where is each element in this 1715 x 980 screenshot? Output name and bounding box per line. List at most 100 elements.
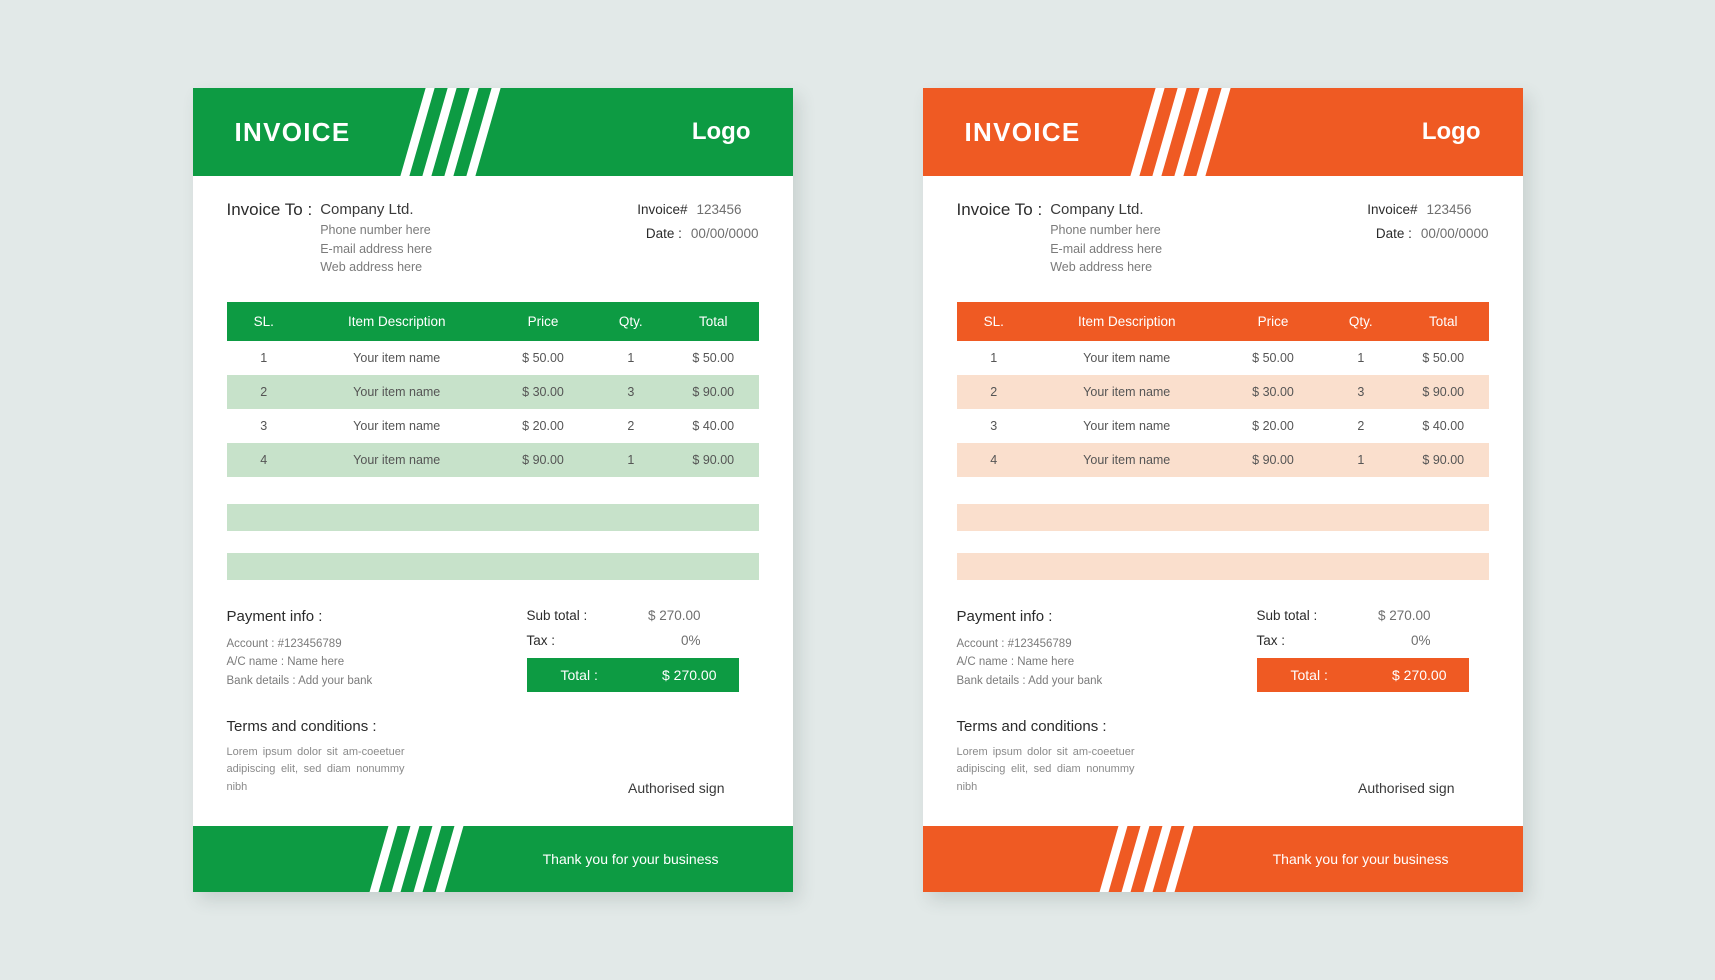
subtotal-value: $ 270.00 [1377, 607, 1431, 623]
line-items-table: SL. Item Description Price Qty. Total 1 … [956, 301, 1489, 477]
cell-sl: 2 [990, 384, 998, 399]
bill-to-details: Company Ltd. Phone number here E-mail ad… [1050, 199, 1162, 277]
subtotal-row: Sub total : $ 270.00 [1257, 608, 1489, 623]
bill-to-section: Invoice To : Company Ltd. Phone number h… [957, 176, 1489, 277]
cell-qty: 1 [627, 452, 635, 467]
bill-to-label: Invoice To : [956, 200, 1043, 219]
invoice-number-row: Invoice# 123456 [637, 202, 758, 217]
cell-total: $ 90.00 [692, 384, 735, 399]
payment-and-totals-section: Payment info : Account : #123456789 A/C … [227, 608, 759, 692]
logo-placeholder: Logo [691, 118, 751, 145]
cell-qty: 2 [1357, 418, 1365, 433]
terms-block: Terms and conditions : Lorem ipsum dolor… [227, 718, 405, 797]
bill-to-label: Invoice To : [226, 200, 313, 219]
payment-ac-name: A/C name : Name here [226, 656, 345, 669]
table-row: 2 Your item name $ 30.00 3 $ 90.00 [956, 374, 1489, 409]
cell-total: $ 40.00 [692, 418, 735, 433]
table-row: 2 Your item name $ 30.00 3 $ 90.00 [226, 374, 759, 409]
grand-total-bar: Total : $ 270.00 [526, 657, 739, 692]
payment-info-title: Payment info : [226, 607, 323, 625]
cell-description: Your item name [353, 418, 441, 433]
column-header-price: Price [1257, 313, 1289, 329]
empty-row-band-2 [956, 552, 1489, 580]
invoice-card-green: INVOICE Logo Invoice To : Company Ltd. P… [192, 88, 793, 893]
invoice-number-row: Invoice# 123456 [1367, 202, 1488, 217]
footer-thank-you-text: Thank you for your business [1272, 851, 1449, 868]
cell-sl: 3 [990, 418, 998, 433]
subtotal-label: Sub total : [1256, 607, 1318, 623]
grand-total-bar: Total : $ 270.00 [1256, 657, 1469, 692]
terms-block: Terms and conditions : Lorem ipsum dolor… [957, 718, 1135, 797]
invoice-date-row: Date : 00/00/0000 [1367, 226, 1489, 241]
column-header-description: Item Description [347, 313, 446, 329]
logo-placeholder: Logo [1421, 118, 1481, 145]
terms-title: Terms and conditions : [226, 717, 377, 735]
bill-to-company: Company Ltd. [1050, 201, 1144, 218]
invoice-meta: Invoice# 123456 Date : 00/00/0000 [1367, 199, 1488, 250]
empty-row-band-2 [226, 552, 759, 580]
table-row: 4 Your item name $ 90.00 1 $ 90.00 [956, 442, 1489, 477]
cell-total: $ 50.00 [1422, 350, 1465, 365]
bill-to-email: E-mail address here [1050, 241, 1163, 256]
payment-ac-name: A/C name : Name here [956, 656, 1075, 669]
tax-row: Tax : 0% [527, 633, 759, 648]
invoice-title: INVOICE [964, 116, 1081, 147]
cell-price: $ 30.00 [1252, 384, 1294, 399]
subtotal-row: Sub total : $ 270.00 [527, 608, 759, 623]
terms-section: Terms and conditions : Lorem ipsum dolor… [957, 718, 1489, 827]
cell-total: $ 40.00 [1422, 418, 1465, 433]
cell-total: $ 90.00 [692, 452, 735, 467]
cell-description: Your item name [353, 384, 441, 399]
tax-row: Tax : 0% [1257, 633, 1489, 648]
bill-to-email: E-mail address here [320, 241, 433, 256]
cell-sl: 2 [260, 384, 268, 399]
payment-bank-details: Bank details : Add your bank [226, 674, 373, 687]
cell-sl: 1 [990, 350, 998, 365]
column-header-sl: SL. [253, 313, 274, 329]
line-items-table: SL. Item Description Price Qty. Total 1 … [226, 301, 759, 477]
cell-sl: 3 [260, 418, 268, 433]
table-row: 1 Your item name $ 50.00 1 $ 50.00 [227, 341, 759, 375]
payment-account: Account : #123456789 [956, 637, 1072, 650]
diagonal-stripes-icon [364, 826, 499, 893]
cell-description: Your item name [1083, 350, 1171, 365]
cell-total: $ 90.00 [1422, 384, 1465, 399]
payment-info-title: Payment info : [956, 607, 1053, 625]
cell-qty: 1 [1357, 452, 1365, 467]
totals-block: Sub total : $ 270.00 Tax : 0% Total : $ … [526, 608, 759, 692]
bill-to-section: Invoice To : Company Ltd. Phone number h… [227, 176, 759, 277]
column-header-price: Price [527, 313, 559, 329]
empty-row-band-1 [226, 503, 759, 531]
invoice-date-value: 00/00/0000 [1420, 226, 1489, 241]
cell-price: $ 20.00 [522, 418, 564, 433]
bill-to-phone: Phone number here [1050, 223, 1161, 238]
tax-label: Tax : [1256, 632, 1286, 648]
invoice-number-value: 123456 [1426, 202, 1472, 217]
footer-thank-you-text: Thank you for your business [542, 851, 719, 868]
tax-label: Tax : [526, 632, 556, 648]
cell-sl: 4 [990, 452, 998, 467]
cell-price: $ 90.00 [522, 452, 564, 467]
invoice-date-row: Date : 00/00/0000 [637, 226, 759, 241]
column-header-qty: Qty. [618, 313, 643, 329]
payment-info-block: Payment info : Account : #123456789 A/C … [957, 608, 1103, 692]
column-header-description: Item Description [1077, 313, 1176, 329]
invoice-body: Invoice To : Company Ltd. Phone number h… [193, 176, 793, 826]
column-header-total: Total [1429, 313, 1458, 329]
invoice-footer-orange: Thank you for your business [922, 826, 1523, 893]
tax-value: 0% [680, 632, 701, 648]
table-header-row: SL. Item Description Price Qty. Total [956, 301, 1489, 341]
invoice-card-orange: INVOICE Logo Invoice To : Company Ltd. P… [922, 88, 1523, 893]
invoice-title: INVOICE [234, 116, 351, 147]
cell-sl: 4 [260, 452, 268, 467]
empty-row-band-1 [956, 503, 1489, 531]
payment-and-totals-section: Payment info : Account : #123456789 A/C … [957, 608, 1489, 692]
invoice-footer-green: Thank you for your business [192, 826, 793, 893]
payment-bank-details: Bank details : Add your bank [956, 674, 1103, 687]
invoice-templates-canvas: INVOICE Logo Invoice To : Company Ltd. P… [0, 0, 1715, 980]
column-header-qty: Qty. [1348, 313, 1373, 329]
table-row: 3 Your item name $ 20.00 2 $ 40.00 [957, 409, 1489, 443]
bill-to-web: Web address here [320, 260, 423, 275]
diagonal-stripes-icon [395, 88, 533, 176]
invoice-meta: Invoice# 123456 Date : 00/00/0000 [637, 199, 758, 250]
